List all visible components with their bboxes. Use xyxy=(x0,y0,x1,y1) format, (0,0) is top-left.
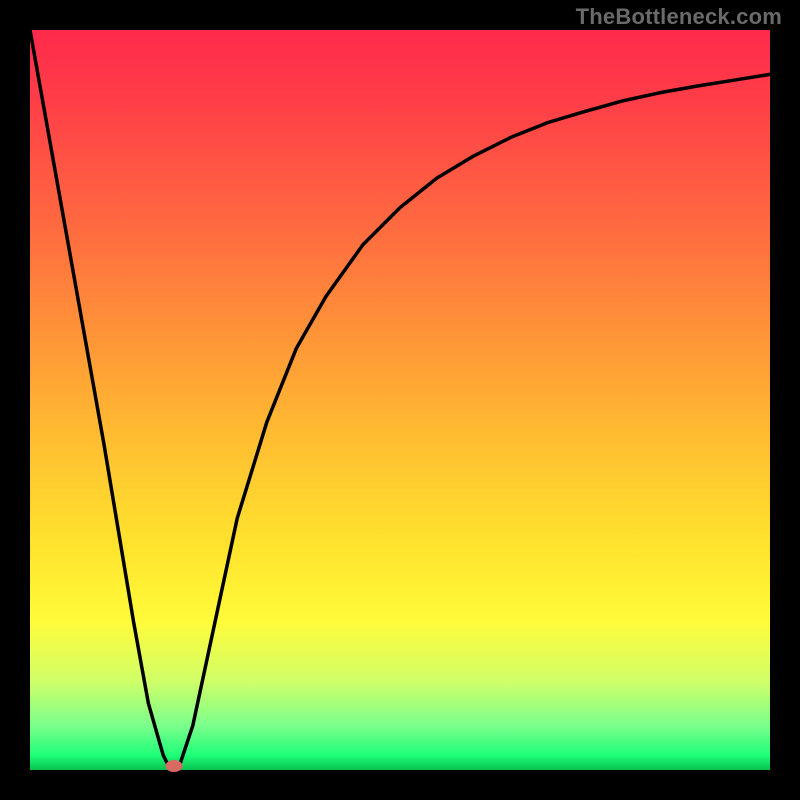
plot-area xyxy=(30,30,770,770)
min-point-marker xyxy=(166,760,183,772)
chart-frame: TheBottleneck.com xyxy=(0,0,800,800)
bottleneck-curve xyxy=(30,30,770,770)
watermark-text: TheBottleneck.com xyxy=(576,4,782,30)
